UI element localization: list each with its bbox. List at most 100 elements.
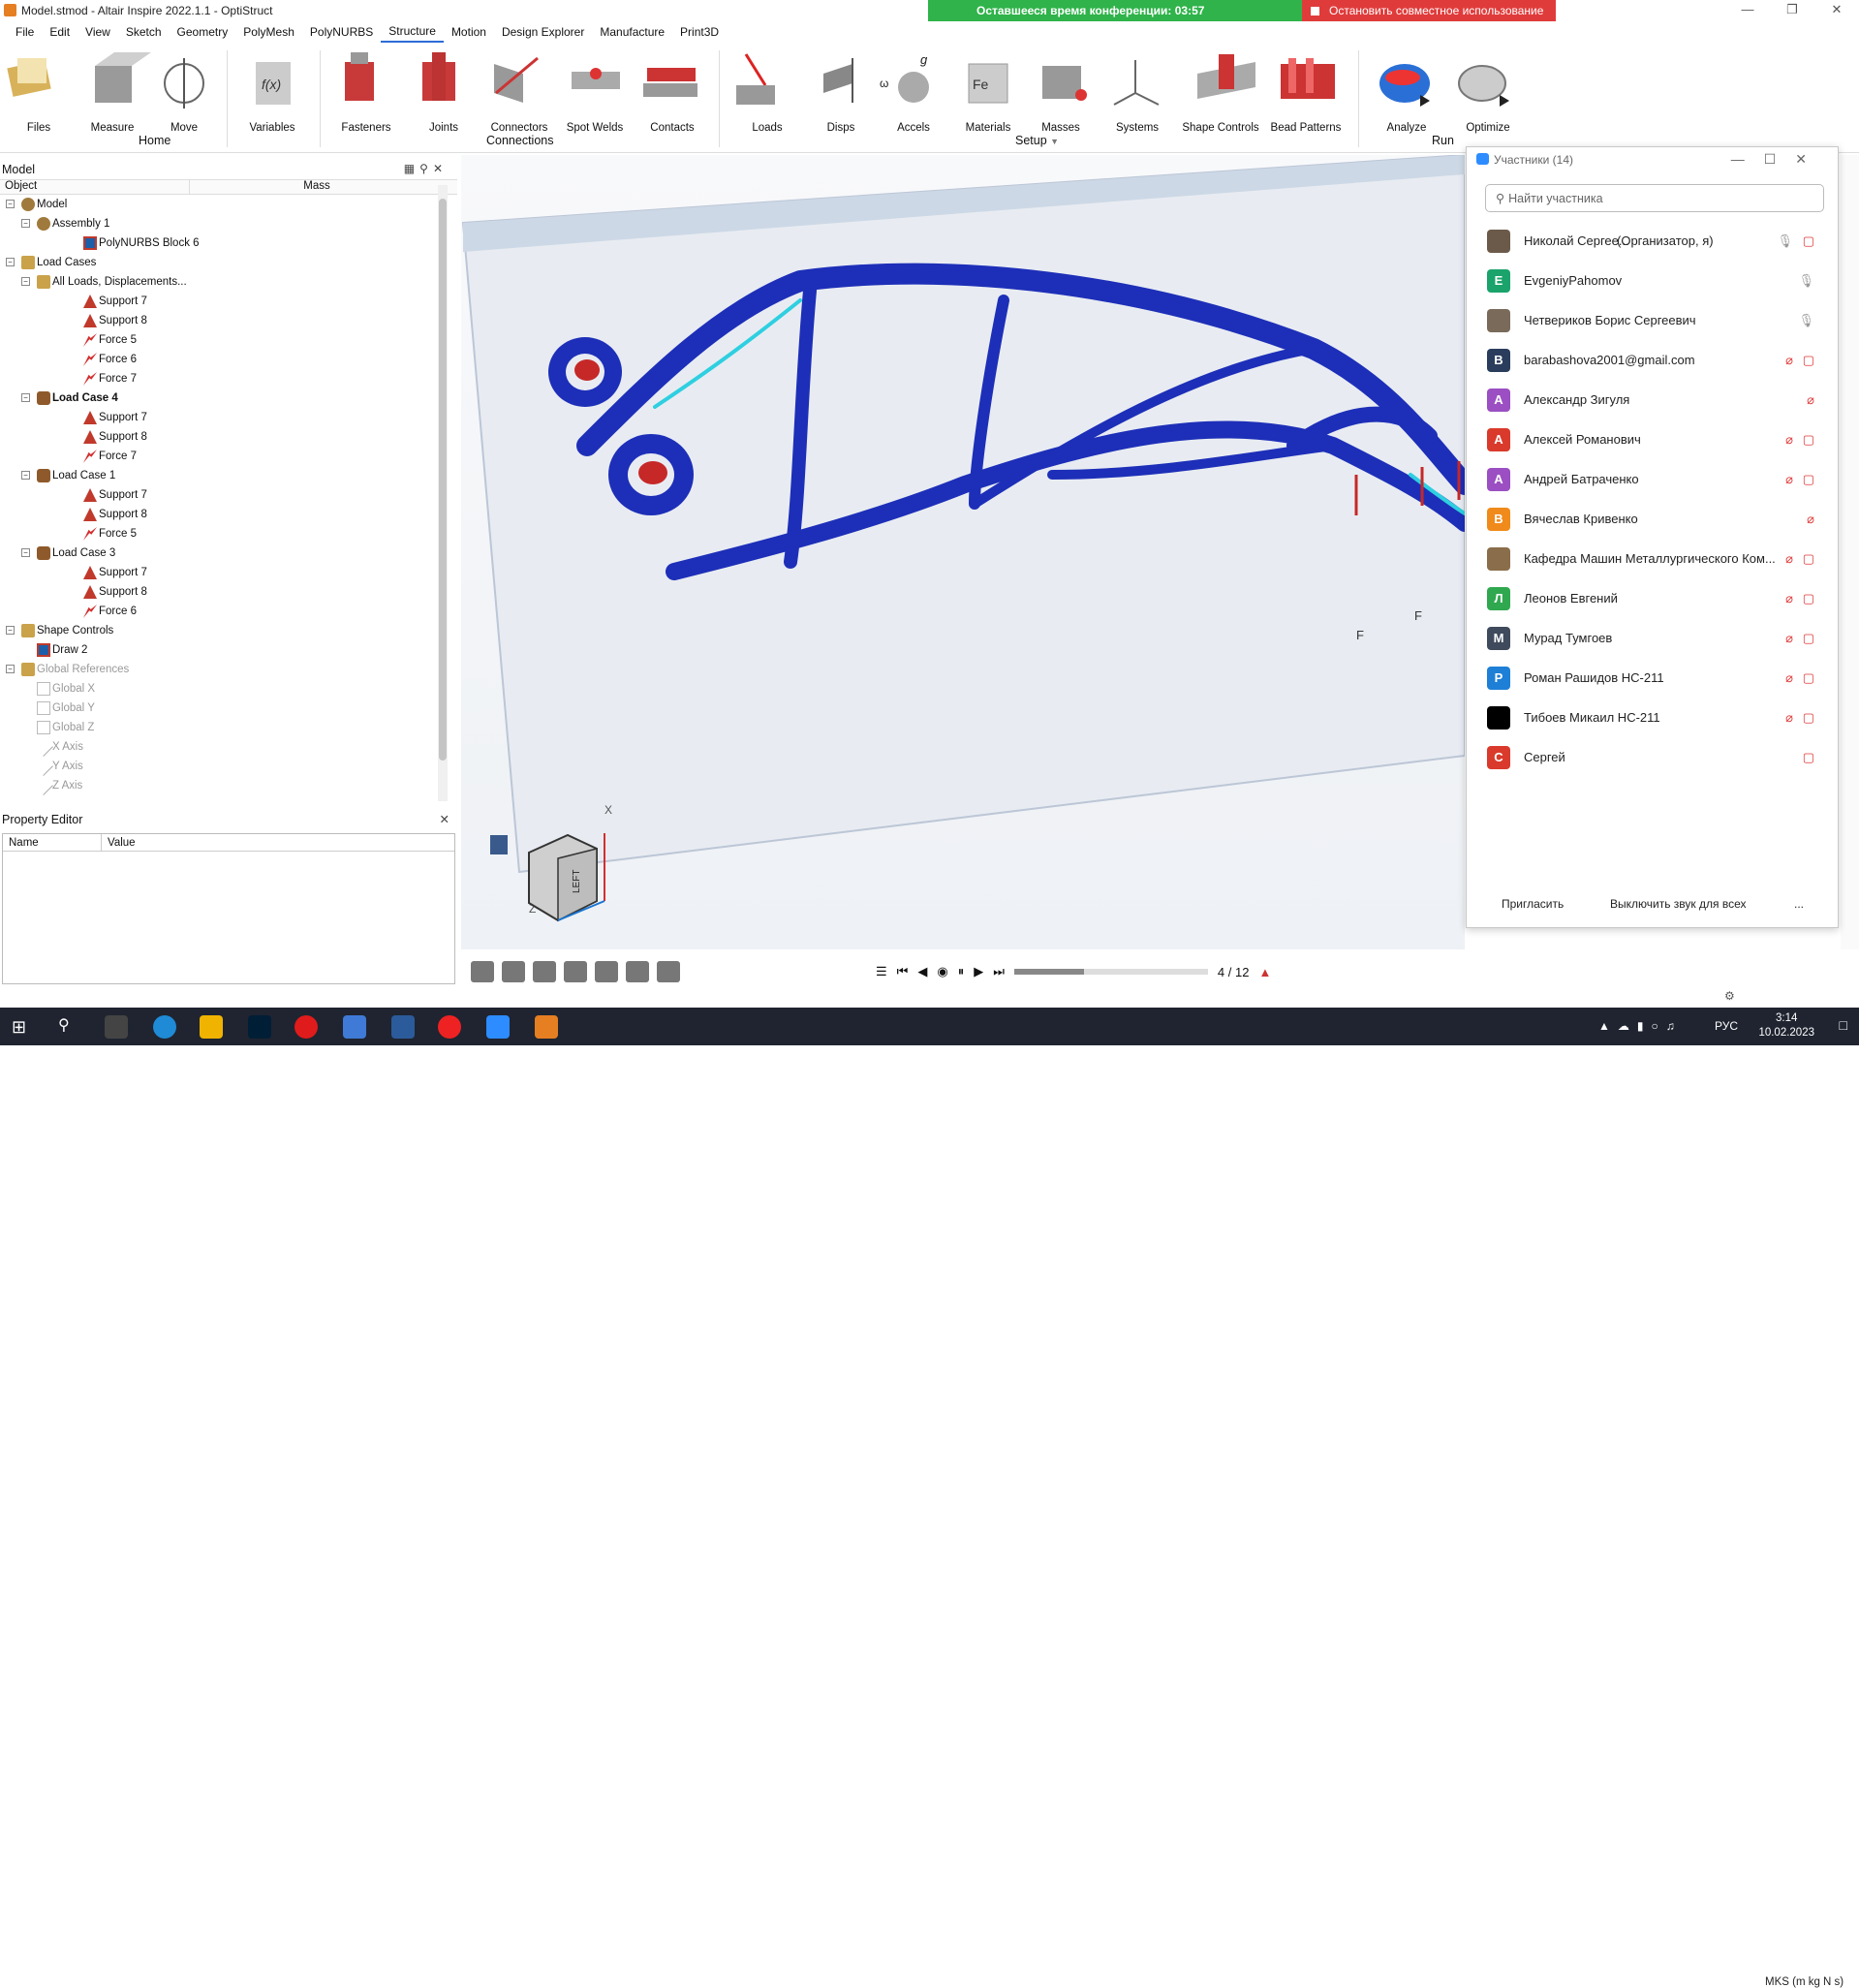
record-icon[interactable]: ◉ (937, 964, 947, 979)
menu-polynurbs[interactable]: PolyNURBS (302, 22, 381, 42)
minimize-icon[interactable]: — (1731, 151, 1764, 167)
step-back-icon[interactable]: ◀ (917, 964, 927, 979)
orbit-icon[interactable] (471, 961, 494, 982)
optimize-button[interactable]: Optimize (1455, 122, 1521, 134)
maximize-icon[interactable]: ☐ (1764, 151, 1796, 167)
menu-print3d[interactable]: Print3D (672, 22, 727, 42)
gear-icon[interactable]: ⚙ (1724, 989, 1735, 1003)
column-object[interactable]: Object (0, 180, 190, 194)
loads-button[interactable]: Loads (734, 122, 800, 134)
participant-row[interactable]: B Вячеслав Кривенко ⌀ (1467, 499, 1838, 539)
video-off-icon[interactable]: ▢ (1803, 591, 1814, 606)
app-icon[interactable] (343, 1015, 366, 1039)
video-off-icon[interactable]: ▢ (1803, 631, 1814, 646)
chevron-down-icon[interactable]: ▼ (1050, 137, 1059, 146)
tree-item[interactable]: Force 6 (0, 602, 457, 621)
contacts-button[interactable]: Contacts (639, 122, 705, 134)
menu-icon[interactable]: ☰ (876, 964, 887, 979)
menu-view[interactable]: View (77, 22, 118, 42)
display-mode-icon[interactable] (490, 835, 508, 854)
accels-button[interactable]: Accels (881, 122, 946, 134)
microphone-icon[interactable]: 🎙 (1798, 273, 1814, 289)
search-icon[interactable]: ⚲ (419, 162, 433, 175)
tree-item[interactable]: − Model (0, 195, 457, 214)
microphone-muted-icon[interactable]: ⌀ (1785, 472, 1793, 487)
systems-button[interactable]: Systems (1104, 122, 1170, 134)
scrollbar-thumb[interactable] (439, 199, 447, 761)
close-icon[interactable]: ✕ (440, 812, 449, 826)
menu-structure[interactable]: Structure (381, 21, 444, 43)
materials-button[interactable]: Materials (955, 122, 1021, 134)
file-explorer-icon[interactable] (200, 1015, 223, 1039)
photoshop-icon[interactable] (248, 1015, 271, 1039)
tree-item[interactable]: − All Loads, Displacements... (0, 272, 457, 292)
video-off-icon[interactable]: ▢ (1803, 670, 1814, 686)
menu-edit[interactable]: Edit (42, 22, 77, 42)
tree-item[interactable]: − Assembly 1 (0, 214, 457, 233)
collapse-icon[interactable]: − (21, 471, 30, 480)
variables-button[interactable]: Variables (239, 122, 305, 134)
tree-item[interactable]: − Shape Controls (0, 621, 457, 640)
tree-item[interactable]: − Global References (0, 660, 457, 679)
microphone-muted-icon[interactable]: ⌀ (1785, 353, 1793, 368)
pan-icon[interactable] (502, 961, 525, 982)
tree-item[interactable]: Force 5 (0, 330, 457, 350)
windows-start-icon[interactable]: ⊞ (12, 1015, 35, 1039)
collapse-icon[interactable]: − (6, 258, 15, 266)
tree-item[interactable]: Draw 2 (0, 640, 457, 660)
move-button[interactable]: Move (151, 122, 217, 134)
notifications-icon[interactable]: □ (1840, 1017, 1847, 1033)
system-tray[interactable]: ▲☁▮○♫ (1598, 1019, 1683, 1033)
mute-all-button[interactable]: Выключить звук для всех (1602, 892, 1753, 916)
participant-row[interactable]: A Андрей Батраченко ⌀ ▢ (1467, 459, 1838, 499)
tree-item[interactable]: Support 8 (0, 505, 457, 524)
3d-viewport[interactable]: F F X Z LEFT (461, 153, 1475, 949)
tree-item[interactable]: Support 8 (0, 582, 457, 602)
collapse-icon[interactable]: − (21, 219, 30, 228)
microphone-muted-icon[interactable]: ⌀ (1785, 551, 1793, 567)
microphone-muted-icon[interactable]: ⌀ (1785, 432, 1793, 448)
shape-view-icon[interactable] (533, 961, 556, 982)
section-icon[interactable] (626, 961, 649, 982)
menu-design-explorer[interactable]: Design Explorer (494, 22, 592, 42)
microphone-icon[interactable]: 🎙 (1777, 233, 1793, 249)
tree-item[interactable]: Force 5 (0, 524, 457, 544)
video-off-icon[interactable]: ▢ (1803, 432, 1814, 448)
search-icon[interactable]: ⚲ (58, 1015, 81, 1039)
close-icon[interactable]: ✕ (433, 162, 448, 175)
close-icon[interactable]: ✕ (1795, 151, 1826, 167)
participant-row[interactable]: P Роман Рашидов НС-211 ⌀ ▢ (1467, 658, 1838, 698)
tree-scrollbar[interactable] (438, 185, 448, 801)
video-off-icon[interactable]: ▢ (1803, 233, 1814, 249)
filter-icon[interactable]: ▦ (404, 162, 419, 175)
zoom-icon[interactable] (595, 961, 618, 982)
microphone-icon[interactable]: 🎙 (1798, 313, 1814, 328)
app-icon[interactable] (391, 1015, 415, 1039)
tree-item[interactable]: Global X (0, 679, 457, 699)
participant-search[interactable]: ⚲ Найти участника (1485, 184, 1824, 212)
step-forward-icon[interactable]: ▶ (974, 964, 983, 979)
analyze-button[interactable]: Analyze (1374, 122, 1440, 134)
tree-item[interactable]: − Load Case 3 (0, 544, 457, 563)
fasteners-button[interactable]: Fasteners (333, 122, 399, 134)
clock[interactable]: 3:14 10.02.2023 (1758, 1011, 1814, 1041)
task-view-icon[interactable] (105, 1015, 128, 1039)
cube-icon[interactable] (657, 961, 680, 982)
menu-sketch[interactable]: Sketch (118, 22, 170, 42)
participant-row[interactable]: Тибоев Микаил НС-211 ⌀ ▢ (1467, 698, 1838, 737)
opera-icon[interactable] (294, 1015, 318, 1039)
participant-row[interactable]: C Сергей ▢ (1467, 737, 1838, 777)
menu-motion[interactable]: Motion (444, 22, 494, 42)
spot-welds-button[interactable]: Spot Welds (562, 122, 628, 134)
invite-button[interactable]: Пригласить (1494, 892, 1571, 916)
more-button[interactable]: ... (1786, 892, 1812, 916)
video-off-icon[interactable]: ▢ (1803, 710, 1814, 726)
participant-row[interactable]: Bbarabashova2001@gmail.com ⌀ ▢ (1467, 340, 1838, 380)
tree-item[interactable]: Support 7 (0, 563, 457, 582)
collapse-icon[interactable]: − (21, 277, 30, 286)
minimize-icon[interactable]: — (1725, 0, 1770, 21)
tree-item[interactable]: Support 7 (0, 485, 457, 505)
microphone-muted-icon[interactable]: ⌀ (1785, 631, 1793, 646)
collapse-icon[interactable]: − (21, 393, 30, 402)
video-off-icon[interactable]: ▢ (1803, 750, 1814, 765)
